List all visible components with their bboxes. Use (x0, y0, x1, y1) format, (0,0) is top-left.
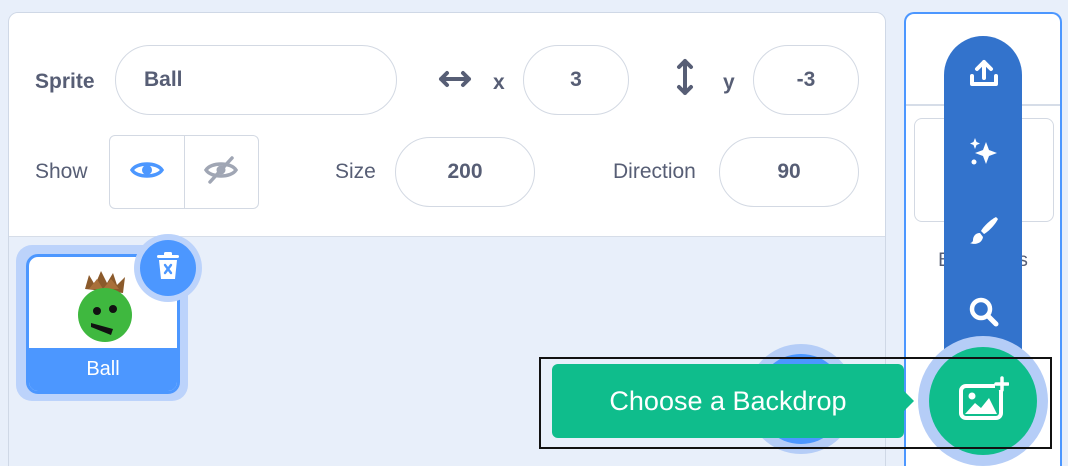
surprise-backdrop-button[interactable] (964, 134, 1004, 174)
upload-icon (968, 58, 1000, 95)
ball-sprite-thumbnail (73, 267, 137, 348)
direction-label: Direction (613, 160, 696, 183)
upload-backdrop-button[interactable] (964, 56, 1004, 96)
visibility-toggle (109, 135, 259, 209)
sprite-info: Sprite Ball x 3 y -3 Show Size 200 Direc… (9, 13, 885, 237)
y-label: y (723, 71, 735, 94)
x-position-input[interactable]: 3 (523, 45, 629, 115)
y-arrows-icon (671, 57, 699, 102)
sprite-label: Sprite (35, 70, 95, 93)
trash-icon (155, 251, 181, 286)
surprise-icon (968, 136, 1000, 173)
size-label: Size (335, 160, 376, 183)
show-label: Show (35, 160, 88, 183)
sprite-name-input[interactable]: Ball (115, 45, 397, 115)
search-icon (968, 296, 1000, 333)
show-sprite-button[interactable] (110, 136, 185, 208)
direction-input[interactable]: 90 (719, 137, 859, 207)
y-position-input[interactable]: -3 (753, 45, 859, 115)
paint-backdrop-button[interactable] (964, 212, 1004, 252)
highlight-box (539, 357, 1052, 449)
search-backdrop-button[interactable] (964, 294, 1004, 334)
eye-icon (129, 159, 164, 186)
size-input[interactable]: 200 (395, 137, 535, 207)
eye-crossed-icon (204, 155, 239, 189)
hide-sprite-button[interactable] (185, 136, 259, 208)
x-label: x (493, 71, 505, 94)
paintbrush-icon (968, 214, 1000, 251)
delete-sprite-button[interactable] (140, 240, 196, 296)
x-arrows-icon (437, 65, 473, 98)
sprite-tile-name: Ball (29, 348, 177, 391)
